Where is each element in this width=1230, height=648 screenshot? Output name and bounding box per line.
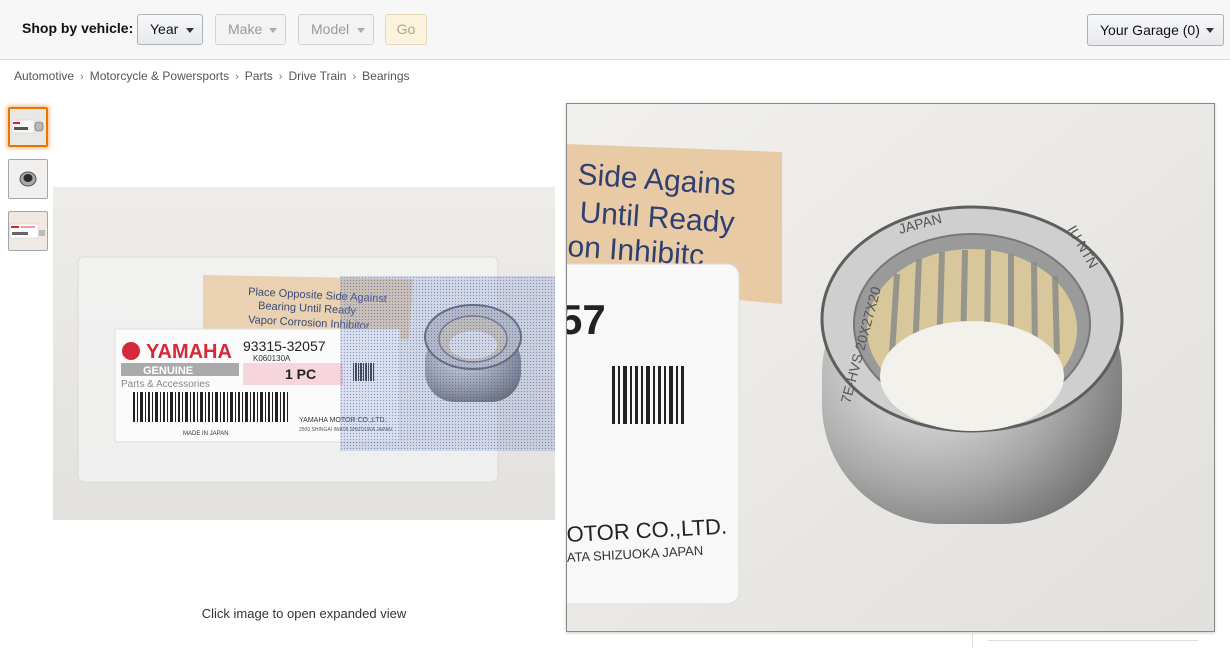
made-in-text: MADE IN JAPAN	[183, 431, 229, 437]
thumbnail-3[interactable]	[8, 211, 48, 251]
thumbnail-label-image	[9, 212, 47, 250]
breadcrumb-motorcycle-powersports[interactable]: Motorcycle & Powersports	[90, 69, 229, 83]
year-dropdown[interactable]: Year	[137, 14, 203, 45]
chevron-right-icon: ›	[80, 71, 84, 83]
model-dropdown-label: Model	[311, 21, 350, 37]
thumbnail-1[interactable]	[8, 107, 48, 147]
chevron-down-icon	[269, 28, 277, 33]
yamaha-logo-icon	[122, 342, 140, 360]
shop-by-vehicle-bar: Shop by vehicle: Year Make Model Go Your…	[0, 0, 1230, 60]
part-number-text: 93315-32057	[243, 338, 326, 354]
thumbnail-2[interactable]	[8, 159, 48, 199]
your-garage-label: Your Garage (0)	[1100, 22, 1200, 38]
year-dropdown-label: Year	[150, 21, 179, 37]
chevron-down-icon	[1206, 28, 1214, 33]
chevron-right-icon: ›	[235, 71, 239, 83]
chevron-right-icon: ›	[278, 71, 283, 83]
zoom-bearing-image: JAPAN IU NTN 7E-HVS 20X27X20	[820, 205, 1124, 524]
quantity-text: 1 PC	[285, 366, 316, 382]
breadcrumb-drive-train[interactable]: Drive Train	[288, 69, 346, 83]
breadcrumb-automotive[interactable]: Automotive	[14, 69, 74, 83]
breadcrumb: Automotive › Motorcycle & Powersports › Part…	[14, 69, 410, 83]
expand-hint: Click image to open expanded view	[201, 606, 407, 621]
chevron-right-icon: ›	[352, 71, 357, 83]
zoom-part-fragment: 57	[567, 296, 606, 343]
divider	[972, 632, 973, 648]
lot-code-text: K060130A	[253, 354, 291, 363]
breadcrumb-parts[interactable]: Parts	[245, 69, 273, 83]
thumbnail-package-image	[10, 109, 46, 145]
chevron-down-icon	[357, 28, 365, 33]
your-garage-dropdown[interactable]: Your Garage (0)	[1087, 14, 1224, 46]
zoom-lens	[340, 276, 555, 451]
thumbnail-bearing-image	[9, 160, 47, 198]
model-dropdown[interactable]: Model	[298, 14, 374, 45]
zoom-preview-panel: Side Agains Until Ready on Inhibitc 57 O…	[566, 103, 1215, 632]
go-button[interactable]: Go	[385, 14, 427, 45]
chevron-down-icon	[186, 28, 194, 33]
brand-text: YAMAHA	[146, 341, 232, 363]
make-dropdown-label: Make	[228, 21, 263, 37]
parts-accessories-text: Parts & Accessories	[121, 379, 210, 390]
zoomed-product-photo: Side Agains Until Ready on Inhibitc 57 O…	[567, 104, 1214, 631]
divider	[988, 640, 1198, 641]
breadcrumb-bearings[interactable]: Bearings	[362, 69, 409, 83]
genuine-text: GENUINE	[143, 365, 193, 377]
shop-by-vehicle-label: Shop by vehicle:	[22, 20, 134, 36]
make-dropdown[interactable]: Make	[215, 14, 286, 45]
